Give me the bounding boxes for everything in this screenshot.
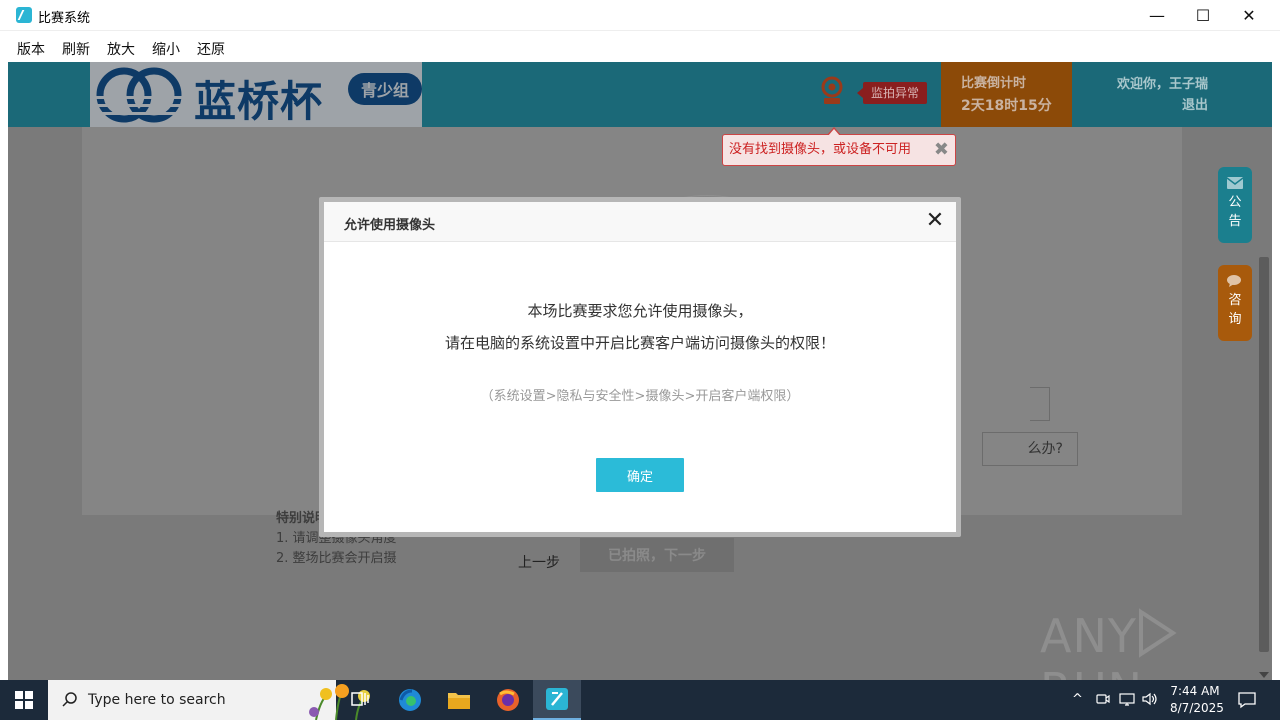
camera-permission-dialog: 允许使用摄像头 ✕ 本场比赛要求您允许使用摄像头， 请在电脑的系统设置中开启比赛…: [324, 202, 956, 532]
announcement-label-2: 告: [1228, 214, 1242, 229]
consult-label-2: 询: [1228, 312, 1242, 327]
title-bar[interactable]: 比赛系统 — ☐ ✕: [0, 0, 1280, 31]
app-window: 比赛系统 — ☐ ✕ 版本 刷新 放大 缩小 还原 蓝桥杯 青少组 监拍异常 比…: [0, 0, 1280, 680]
countdown-value: 2天18时15分: [961, 98, 1052, 114]
window-title: 比赛系统: [38, 11, 91, 26]
scrollbar-thumb[interactable]: [1259, 257, 1269, 652]
meet-now-icon[interactable]: [1096, 692, 1110, 706]
menu-item-refresh[interactable]: 刷新: [62, 39, 90, 59]
web-content: 蓝桥杯 青少组 监拍异常 比赛倒计时 2天18时15分 欢迎你，王子瑞 退出 么…: [8, 62, 1272, 680]
edge-browser-icon: [399, 689, 421, 711]
menu-item-restore[interactable]: 还原: [197, 39, 225, 59]
announcement-button[interactable]: 公 告: [1218, 167, 1252, 243]
taskbar-file-explorer[interactable]: [435, 680, 483, 720]
taskbar-search-box[interactable]: Type here to search: [48, 680, 370, 720]
dialog-message-line: 请在电脑的系统设置中开启比赛客户端访问摄像头的权限！: [444, 334, 835, 352]
camera-error-tooltip: 没有找到摄像头，或设备不可用 ✖: [722, 127, 956, 166]
menu-item-zoom-in[interactable]: 放大: [107, 39, 135, 59]
task-view-button[interactable]: [336, 680, 384, 720]
site-header: 蓝桥杯 青少组 监拍异常 比赛倒计时 2天18时15分 欢迎你，王子瑞 退出: [8, 62, 1272, 127]
chat-icon: [1227, 275, 1241, 287]
taskbar-firefox[interactable]: [484, 680, 532, 720]
consult-label-1: 咨: [1228, 293, 1242, 308]
folder-icon: [448, 693, 470, 709]
network-icon[interactable]: [1119, 692, 1135, 706]
clock-time: 7:44 AM: [1170, 684, 1220, 698]
close-window-button[interactable]: ✕: [1226, 0, 1272, 31]
announcement-label-1: 公: [1228, 195, 1242, 210]
group-badge: 青少组: [348, 73, 422, 105]
show-hidden-icons-icon[interactable]: ^: [1072, 692, 1083, 707]
next-step-button[interactable]: 已拍照，下一步: [580, 538, 734, 572]
webcam-icon: [821, 76, 843, 104]
taskbar-edge[interactable]: [386, 680, 434, 720]
countdown-label: 比赛倒计时: [961, 76, 1027, 91]
dialog-title: 允许使用摄像头: [344, 218, 436, 233]
menu-item-zoom-out[interactable]: 缩小: [152, 39, 180, 59]
task-view-icon: [351, 692, 369, 706]
firefox-icon: [497, 689, 519, 711]
windows-logo-icon: [15, 691, 33, 709]
dialog-header: 允许使用摄像头 ✕: [324, 202, 956, 242]
brand-name: 蓝桥杯: [194, 77, 324, 126]
camera-help-button[interactable]: 么办?: [982, 432, 1078, 466]
taskbar: Type here to search ^ 7:44 AM 8/7/2025: [0, 680, 1280, 720]
vertical-scrollbar[interactable]: [1256, 127, 1272, 680]
menu-item-version[interactable]: 版本: [17, 39, 45, 59]
app-logo-icon: [16, 7, 32, 23]
watermark-left: ANY: [1040, 609, 1137, 663]
background-input: [1030, 387, 1050, 421]
note-line: 2. 整场比赛会开启摄: [276, 551, 397, 566]
dialog-settings-path: （系统设置>隐私与安全性>摄像头>开启客户端权限）: [480, 389, 800, 404]
welcome-text: 欢迎你，王子瑞: [1116, 77, 1208, 92]
mail-icon: [1227, 177, 1243, 189]
site-logo[interactable]: 蓝桥杯 青少组: [90, 62, 422, 127]
volume-icon[interactable]: [1142, 692, 1158, 706]
maximize-button[interactable]: ☐: [1180, 0, 1226, 31]
countdown-panel: 比赛倒计时 2天18时15分: [941, 62, 1072, 127]
monitor-status-badge: 监拍异常: [856, 82, 928, 104]
dialog-close-button[interactable]: ✕: [924, 208, 946, 234]
consult-button[interactable]: 咨 询: [1218, 265, 1252, 341]
modal-frame: 允许使用摄像头 ✕ 本场比赛要求您允许使用摄像头， 请在电脑的系统设置中开启比赛…: [319, 197, 961, 537]
logout-link[interactable]: 退出: [1078, 95, 1208, 116]
watermark-right: RUN: [1040, 663, 1143, 680]
taskbar-contest-app[interactable]: [533, 680, 581, 720]
start-button[interactable]: [0, 680, 48, 720]
confirm-button[interactable]: 确定: [596, 458, 684, 492]
taskbar-clock[interactable]: 7:44 AM 8/7/2025: [1170, 683, 1224, 717]
notification-center-icon[interactable]: [1238, 691, 1256, 709]
dialog-message-line: 本场比赛要求您允许使用摄像头，: [527, 302, 753, 320]
minimize-button[interactable]: —: [1134, 0, 1180, 31]
clock-date: 8/7/2025: [1170, 701, 1224, 715]
lanqiao-logo-icon: [94, 67, 184, 123]
camera-error-message: 没有找到摄像头，或设备不可用: [729, 142, 912, 157]
user-panel: 欢迎你，王子瑞 退出: [1078, 74, 1208, 116]
prev-step-link[interactable]: 上一步: [518, 552, 560, 572]
contest-app-icon: [546, 688, 568, 710]
menu-bar: 版本 刷新 放大 缩小 还原: [0, 31, 1280, 62]
search-placeholder: Type here to search: [88, 692, 226, 708]
play-logo-icon: [1138, 608, 1177, 658]
close-tooltip-icon[interactable]: ✖: [934, 135, 949, 165]
search-icon: [62, 692, 77, 707]
anyrun-watermark: ANYRUN: [1040, 608, 1272, 680]
